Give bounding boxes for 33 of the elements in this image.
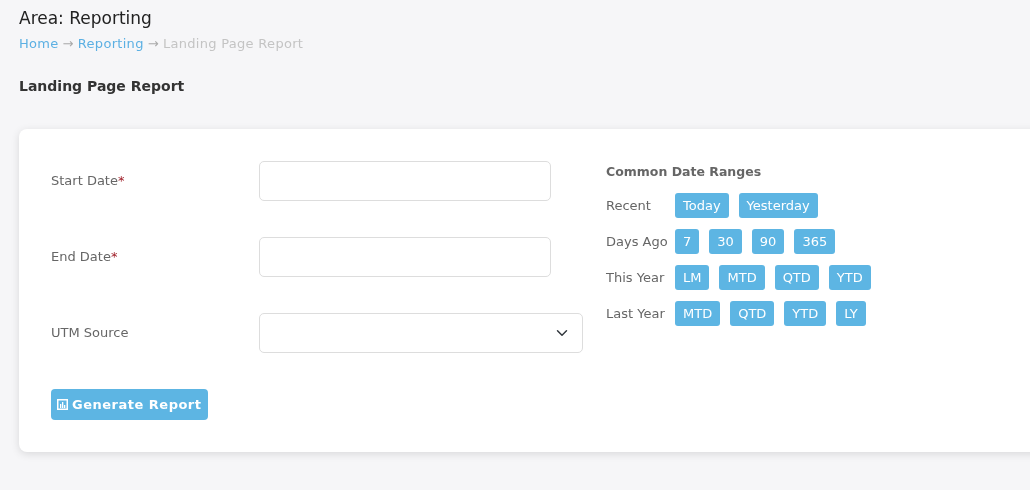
field-label: Start Date* [51,172,126,191]
input-field[interactable] [259,160,551,201]
report-title: Landing Page Report [19,76,186,96]
date-range-button[interactable]: YTD [828,264,871,291]
range-label: This Year [606,268,666,287]
page-title: Area: Reporting [19,8,153,29]
range-label: Days Ago [606,232,669,251]
breadcrumb-link[interactable]: Reporting [77,34,144,54]
date-range-button[interactable]: MTD [719,264,765,291]
section-heading: Common Date Ranges [606,162,763,181]
date-range-button[interactable]: 365 [794,228,836,255]
breadcrumb-link[interactable]: Home [19,34,59,54]
date-range-button[interactable]: QTD [774,264,819,291]
date-range-button[interactable]: Today [675,192,729,219]
date-range-button[interactable]: YTD [784,300,827,327]
date-range-button[interactable]: 30 [709,228,742,255]
range-label: Last Year [606,304,666,323]
chart-icon [57,399,68,411]
field-label: UTM Source [51,324,130,343]
breadcrumb-separator: → [147,35,159,54]
date-range-button[interactable]: 7 [675,228,700,255]
date-range-button[interactable]: 90 [751,228,785,255]
date-range-button[interactable]: LY [836,300,866,327]
date-range-button[interactable]: Yesterday [738,192,818,219]
field-label: End Date* [51,248,119,267]
input-field[interactable] [259,236,551,277]
date-range-button[interactable]: QTD [730,300,775,327]
select-field[interactable] [259,312,583,353]
date-range-button[interactable]: MTD [675,300,721,327]
breadcrumb-separator: → [62,35,74,54]
range-label: Recent [606,196,652,215]
date-range-button[interactable]: LM [675,264,710,291]
generate-report-button[interactable]: Generate Report [51,388,208,421]
